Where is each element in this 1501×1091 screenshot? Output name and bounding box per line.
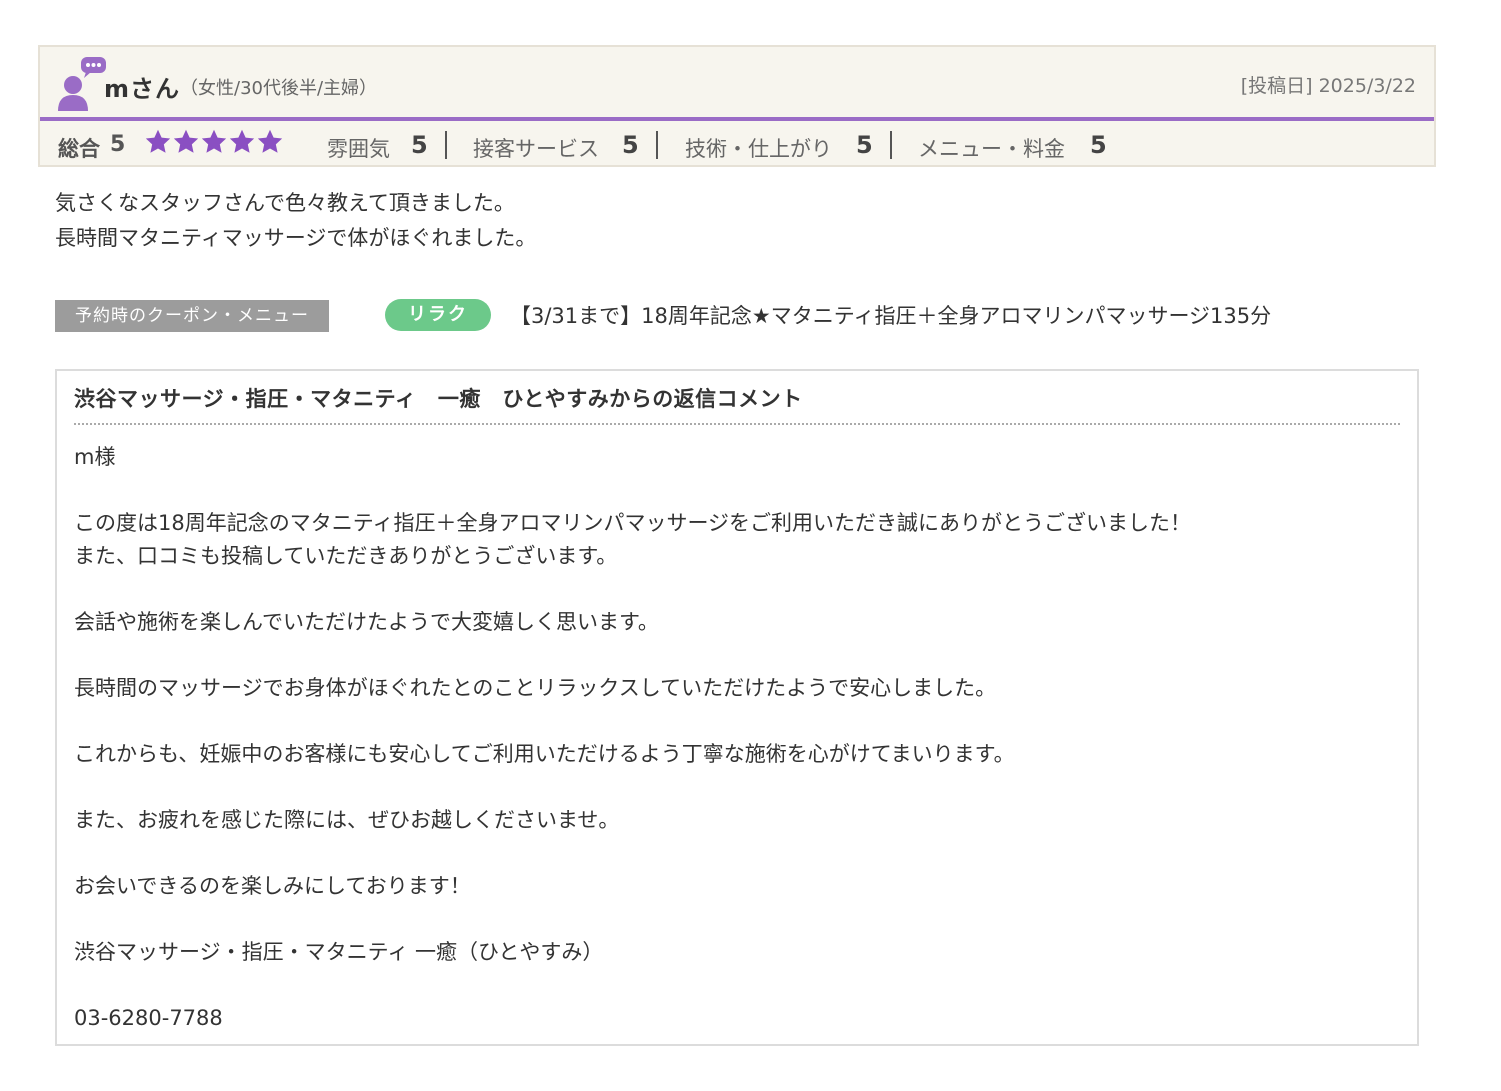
rating-menu-price-score: 5 [1090, 131, 1107, 159]
star-icon [173, 129, 199, 153]
rating-separator [656, 131, 658, 159]
review-body: 気さくなスタッフさんで色々教えて頂きました。 長時間マタニティマッサージで体がほ… [55, 186, 536, 256]
rating-atmosphere-score: 5 [411, 131, 428, 159]
coupon-label: 予約時のクーポン・メニュー [55, 300, 329, 332]
review-card: mさん （女性/30代後半/主婦） [投稿日] 2025/3/22 総合 5 雰… [38, 45, 1436, 167]
rating-technique-score: 5 [856, 131, 873, 159]
review-line: 長時間マタニティマッサージで体がほぐれました。 [55, 226, 537, 250]
reply-phone-number[interactable]: 03-6280-7788 [74, 1002, 1191, 1035]
coupon-name-link[interactable]: 【3/31まで】18周年記念★マタニティ指圧＋全身アロマリンパマッサージ135分 [510, 300, 1271, 332]
reply-text: m様 この度は18周年記念のマタニティ指圧＋全身アロマリンパマッサージをご利用い… [74, 441, 1191, 1035]
reply-paragraph: m様 [74, 445, 116, 469]
star-rating [144, 127, 284, 157]
reply-paragraph: これからも、妊娠中のお客様にも安心してご利用いただけるよう丁寧な施術を心がけてま… [74, 742, 1015, 766]
reply-paragraph: お会いできるのを楽しみにしております！ [74, 874, 471, 898]
review-header: mさん （女性/30代後半/主婦） [投稿日] 2025/3/22 [40, 47, 1434, 119]
overall-score: 5 [110, 132, 126, 157]
rating-menu-price-label: メニュー・料金 [918, 137, 1065, 161]
coupon-category-badge: リラク [385, 299, 491, 331]
reply-paragraph: 長時間のマッサージでお身体がほぐれたとのことリラックスしていただけたようで安心し… [74, 676, 997, 700]
rating-separator [445, 131, 447, 159]
rating-service-label: 接客サービス [473, 137, 599, 161]
rating-service-score: 5 [622, 131, 639, 159]
rating-separator [890, 131, 892, 159]
ratings-row: 総合 5 雰囲気 5 接客サービス 5 技術・仕上がり 5 メニュー・料金 5 [40, 121, 1434, 167]
reply-signature: 渋谷マッサージ・指圧・マタニティ 一癒（ひとやすみ） [74, 940, 604, 964]
star-icon [201, 129, 227, 153]
rating-technique-label: 技術・仕上がり [685, 137, 832, 161]
reply-divider [74, 423, 1400, 425]
salon-reply-box: 渋谷マッサージ・指圧・マタニティ 一癒 ひとやすみからの返信コメント m様 この… [55, 369, 1419, 1046]
reply-title: 渋谷マッサージ・指圧・マタニティ 一癒 ひとやすみからの返信コメント [74, 387, 803, 411]
star-icon [145, 129, 171, 153]
star-icon [229, 129, 255, 153]
user-comment-icon [58, 57, 106, 111]
star-icon [257, 129, 283, 153]
overall-label: 総合 [58, 137, 100, 161]
review-line: 気さくなスタッフさんで色々教えて頂きました。 [55, 191, 515, 215]
reply-paragraph: また、口コミも投稿していただきありがとうございます。 [74, 544, 618, 568]
reviewer-name: mさん [104, 75, 181, 103]
reply-paragraph: 会話や施術を楽しんでいただけたようで大変嬉しく思います。 [74, 610, 659, 634]
post-date: [投稿日] 2025/3/22 [1240, 75, 1416, 97]
reply-paragraph: この度は18周年記念のマタニティ指圧＋全身アロマリンパマッサージをご利用いただき… [74, 511, 1192, 535]
rating-atmosphere-label: 雰囲気 [327, 137, 390, 161]
reply-paragraph: また、お疲れを感じた際には、ぜひお越しくださいませ。 [74, 808, 620, 832]
reviewer-attributes: （女性/30代後半/主婦） [180, 78, 378, 99]
